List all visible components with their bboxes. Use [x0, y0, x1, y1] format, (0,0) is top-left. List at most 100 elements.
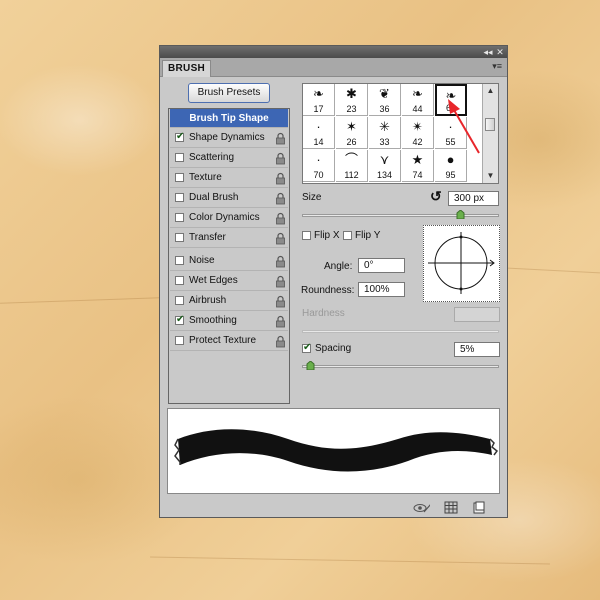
panel-titlebar[interactable]: ◂◂ ✕: [160, 46, 507, 58]
option-checkbox[interactable]: ✔: [175, 314, 185, 325]
background-crack: [0, 297, 160, 304]
reset-size-icon[interactable]: ↺: [430, 188, 442, 205]
option-checkbox[interactable]: [175, 173, 184, 182]
option-checkbox[interactable]: ✔: [175, 131, 185, 142]
scroll-up-icon[interactable]: ▲: [483, 84, 498, 98]
option-label: Transfer: [189, 232, 226, 243]
brush-tip-70[interactable]: · 70: [303, 150, 335, 182]
lock-icon[interactable]: [275, 275, 286, 288]
brush-tip-33[interactable]: ✳ 33: [369, 117, 401, 149]
roundness-field[interactable]: 100%: [358, 282, 405, 297]
brush-tip-thumbnail-icon: ✱: [346, 86, 357, 101]
brush-tip-size: 70: [313, 170, 324, 180]
option-checkbox[interactable]: [175, 336, 184, 345]
brush-option-protect-texture[interactable]: Protect Texture: [170, 332, 288, 351]
checkmark-icon: ✔: [176, 314, 185, 325]
brush-tip-36[interactable]: ❦ 36: [369, 84, 401, 116]
flip-y-checkbox[interactable]: [343, 231, 352, 240]
checkmark-icon: ✔: [176, 131, 185, 142]
brush-tip-thumbnail-icon: ·: [316, 152, 321, 167]
brush-tip-size: 23: [346, 104, 357, 114]
size-field[interactable]: 300 px: [448, 191, 499, 206]
option-checkbox[interactable]: [175, 276, 184, 285]
lock-icon[interactable]: [275, 232, 286, 245]
scroll-thumb[interactable]: [485, 118, 495, 131]
lock-icon[interactable]: [275, 295, 286, 308]
brush-tip-26[interactable]: ✶ 26: [336, 117, 368, 149]
brush-tip-thumbnail-icon: ❦: [379, 86, 390, 101]
option-label: Airbrush: [189, 295, 227, 306]
spacing-slider-track[interactable]: [302, 365, 499, 368]
option-checkbox[interactable]: [175, 256, 184, 265]
size-label: Size: [302, 192, 322, 203]
brush-tip-thumbnail-icon: ✴: [412, 119, 423, 134]
brush-option-noise[interactable]: Noise: [170, 252, 288, 271]
lock-icon[interactable]: [275, 315, 286, 328]
lock-icon[interactable]: [275, 152, 286, 165]
brush-option-brush-tip-shape[interactable]: Brush Tip Shape: [170, 109, 288, 128]
option-checkbox[interactable]: [175, 153, 184, 162]
brush-option-color-dynamics[interactable]: Color Dynamics: [170, 209, 288, 228]
flip-x-checkbox[interactable]: [302, 231, 311, 240]
option-checkbox[interactable]: [175, 213, 184, 222]
new-brush-icon[interactable]: [472, 501, 486, 514]
brush-option-dual-brush[interactable]: Dual Brush: [170, 189, 288, 208]
brush-option-wet-edges[interactable]: Wet Edges: [170, 272, 288, 291]
spacing-field[interactable]: 5%: [454, 342, 500, 357]
brush-tip-size: 44: [412, 104, 423, 114]
brush-option-scattering[interactable]: Scattering: [170, 149, 288, 168]
brush-tip-size: 33: [379, 137, 390, 147]
lock-icon[interactable]: [275, 172, 286, 185]
brush-tip-23[interactable]: ✱ 23: [336, 84, 368, 116]
lock-icon[interactable]: [275, 212, 286, 225]
scroll-down-icon[interactable]: ▼: [483, 169, 498, 183]
toggle-live-tip-preview-icon[interactable]: [410, 501, 430, 514]
close-icon[interactable]: ✕: [495, 47, 505, 57]
brush-tip-thumbnail-icon: ❧: [412, 86, 423, 101]
brush-tip-44[interactable]: ❧ 44: [402, 84, 434, 116]
brush-tip-17[interactable]: ❧ 17: [303, 84, 335, 116]
brush-tip-size: 95: [445, 170, 456, 180]
brush-option-smoothing[interactable]: ✔ Smoothing: [170, 312, 288, 331]
brush-tip-size: 42: [412, 137, 423, 147]
brush-tip-size: 134: [376, 170, 393, 180]
brush-tip-14[interactable]: · 14: [303, 117, 335, 149]
panel-menu-icon[interactable]: ▾≡: [492, 61, 502, 72]
option-checkbox[interactable]: [175, 233, 184, 242]
spacing-slider-thumb[interactable]: [306, 361, 315, 370]
lock-icon[interactable]: [275, 192, 286, 205]
brush-option-airbrush[interactable]: Airbrush: [170, 292, 288, 311]
brush-tip-112[interactable]: ⌒ 112: [336, 150, 368, 182]
brush-tip-size: 112: [344, 170, 359, 180]
brush-stroke-preview: [167, 408, 500, 494]
option-checkbox[interactable]: [175, 296, 184, 305]
brush-tip-42[interactable]: ✴ 42: [402, 117, 434, 149]
brush-tip-74[interactable]: ★ 74: [402, 150, 434, 182]
brush-presets-button[interactable]: Brush Presets: [188, 83, 270, 103]
brush-option-shape-dynamics[interactable]: ✔ Shape Dynamics: [170, 129, 288, 148]
angle-label: Angle:: [324, 261, 353, 272]
angle-field[interactable]: 0°: [358, 258, 405, 273]
option-checkbox[interactable]: [175, 193, 184, 202]
brush-option-transfer[interactable]: Transfer: [170, 229, 288, 248]
brush-tip-134[interactable]: ⋎ 134: [369, 150, 401, 182]
size-slider-track[interactable]: [302, 214, 499, 217]
brush-panel: ◂◂ ✕ BRUSH ▾≡ Brush Presets Brush Tip Sh…: [159, 45, 508, 518]
brush-option-texture[interactable]: Texture: [170, 169, 288, 188]
annotation-arrow: [448, 99, 480, 154]
spacing-checkbox[interactable]: ✔: [302, 342, 311, 353]
angle-roundness-widget[interactable]: [423, 225, 500, 302]
collapse-icon[interactable]: ◂◂: [483, 47, 493, 57]
brush-grid-icon[interactable]: [444, 501, 458, 514]
brush-tip-thumbnail-icon: ❧: [313, 86, 324, 101]
tab-brush[interactable]: BRUSH: [162, 60, 212, 77]
lock-icon[interactable]: [275, 335, 286, 348]
brush-tip-thumbnail-icon: ★: [411, 152, 424, 167]
size-slider-thumb[interactable]: [456, 210, 465, 219]
background-crack: [150, 556, 550, 565]
brush-tip-size: 74: [412, 170, 423, 180]
roundness-label: Roundness:: [301, 285, 355, 296]
lock-icon[interactable]: [275, 132, 286, 145]
background-crack: [508, 267, 600, 274]
lock-icon[interactable]: [275, 255, 286, 268]
